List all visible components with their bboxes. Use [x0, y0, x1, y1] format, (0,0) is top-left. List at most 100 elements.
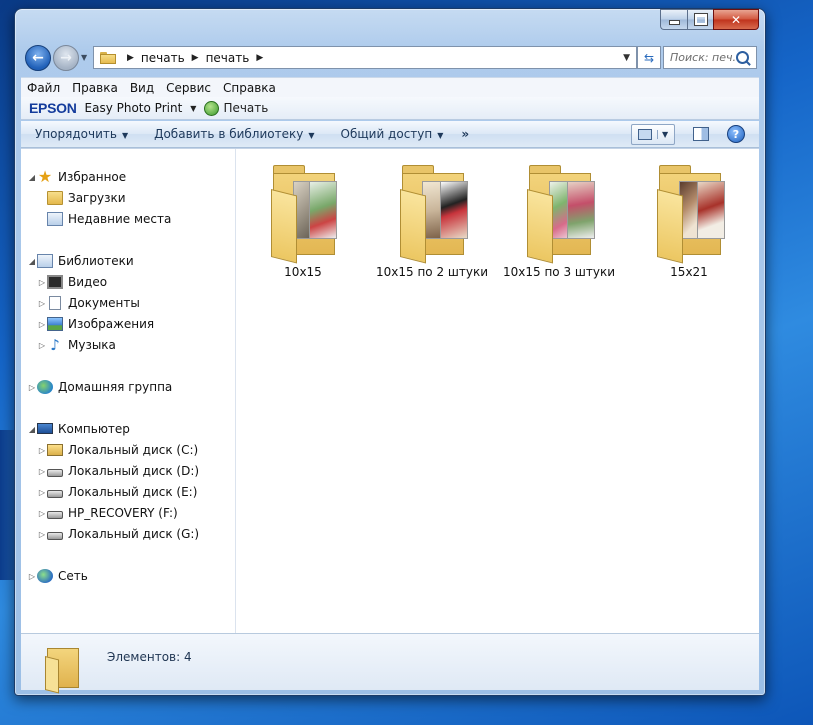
nav-label: Изображения [68, 317, 155, 331]
expand-icon[interactable]: ◢ [27, 173, 37, 182]
forward-button[interactable]: → [53, 45, 79, 71]
folder-icon [657, 165, 725, 264]
star-icon: ★ [37, 167, 53, 186]
menu-tools[interactable]: Сервис [160, 81, 217, 95]
nav-item-pictures[interactable]: ▷ Изображения [37, 314, 154, 334]
add-to-library-button[interactable]: Добавить в библиотеку ▼ [140, 127, 326, 141]
breadcrumb-1[interactable]: печать [141, 51, 185, 65]
folder-name: 15x21 [670, 265, 708, 279]
breadcrumb-2[interactable]: печать [206, 51, 250, 65]
nav-homegroup[interactable]: ▷ Домашняя группа [27, 377, 172, 397]
more-commands-button[interactable]: » [455, 127, 475, 141]
chevron-right-icon[interactable]: ▶ [256, 53, 263, 63]
address-row: ← → ▼ ▶ печать ▶ печать ▶ ▼ ⇆ Поиск: печ… [23, 45, 757, 71]
minimize-icon [668, 20, 680, 25]
collapse-icon[interactable]: ▷ [37, 320, 47, 329]
nav-libraries[interactable]: ◢ Библиотеки [27, 251, 134, 271]
drive-icon [47, 469, 63, 477]
back-button[interactable]: ← [25, 45, 51, 71]
nav-item-documents[interactable]: ▷ Документы [37, 293, 140, 313]
nav-label: Недавние места [68, 212, 172, 226]
menu-help[interactable]: Справка [217, 81, 282, 95]
system-drive-icon [47, 444, 63, 456]
preview-pane-icon[interactable] [693, 127, 709, 141]
collapse-icon[interactable]: ▷ [27, 383, 37, 392]
folder-icon [400, 165, 468, 264]
video-icon [47, 275, 63, 289]
nav-network[interactable]: ▷ Сеть [27, 566, 88, 586]
change-view-button[interactable]: ▼ [631, 124, 675, 145]
nav-label: Избранное [58, 170, 127, 184]
chevron-down-icon: ▼ [437, 131, 444, 140]
help-icon[interactable]: ? [727, 125, 745, 143]
share-button[interactable]: Общий доступ ▼ [327, 127, 456, 141]
nav-item-drive-g[interactable]: ▷ Локальный диск (G:) [37, 524, 199, 544]
nav-label: Локальный диск (D:) [68, 464, 200, 478]
nav-item-recent-places[interactable]: Недавние места [47, 209, 171, 229]
chevron-right-icon[interactable]: ▶ [127, 53, 134, 63]
nav-item-downloads[interactable]: Загрузки [47, 188, 126, 208]
folder-name: 10x15 по 2 штуки [375, 265, 489, 279]
chevron-down-icon[interactable]: ▼ [190, 104, 196, 113]
nav-item-video[interactable]: ▷ Видео [37, 272, 107, 292]
collapse-icon[interactable]: ▷ [37, 446, 47, 455]
chevron-right-icon[interactable]: ▶ [192, 53, 199, 63]
folder-name: 10x15 по 3 штуки [502, 265, 616, 279]
print-button[interactable]: Печать [223, 101, 268, 115]
nav-item-drive-c[interactable]: ▷ Локальный диск (C:) [37, 440, 198, 460]
nav-item-drive-d[interactable]: ▷ Локальный диск (D:) [37, 461, 199, 481]
nav-label: Загрузки [68, 191, 126, 205]
address-bar[interactable]: ▶ печать ▶ печать ▶ ▼ [93, 46, 637, 69]
minimize-button[interactable] [660, 9, 687, 30]
refresh-button[interactable]: ⇆ [637, 46, 661, 69]
nav-favorites[interactable]: ◢ ★ Избранное [27, 167, 126, 187]
chevron-down-icon: ▼ [121, 131, 129, 140]
collapse-icon[interactable]: ▷ [37, 278, 47, 287]
collapse-icon[interactable]: ▷ [37, 488, 47, 497]
organize-button[interactable]: Упорядочить ▼ [21, 127, 140, 141]
menu-view[interactable]: Вид [124, 81, 160, 95]
epson-app-button[interactable]: Easy Photo Print [85, 101, 183, 115]
print-icon[interactable] [204, 100, 220, 116]
command-bar: Упорядочить ▼ Добавить в библиотеку ▼ Общи… [21, 121, 759, 148]
collapse-icon[interactable]: ▷ [27, 572, 37, 581]
pictures-icon [47, 317, 63, 331]
caption-buttons: ✕ [660, 9, 759, 30]
refresh-icon: ⇆ [643, 50, 655, 65]
nav-item-music[interactable]: ▷ ♪ Музыка [37, 335, 116, 355]
organize-label: Упорядочить [35, 127, 117, 141]
history-dropdown-icon[interactable]: ▼ [81, 53, 87, 62]
collapse-icon[interactable]: ▷ [37, 341, 47, 350]
folder-item[interactable]: 10x15 по 3 штуки [497, 165, 621, 279]
collapse-icon[interactable]: ▷ [37, 509, 47, 518]
menu-file[interactable]: Файл [21, 81, 66, 95]
chevron-down-icon: ▼ [308, 131, 315, 140]
arrow-right-icon: → [60, 50, 72, 66]
expand-icon[interactable]: ◢ [27, 425, 37, 434]
close-button[interactable]: ✕ [713, 9, 759, 30]
search-input[interactable]: Поиск: печ... [663, 46, 757, 69]
collapse-icon[interactable]: ▷ [37, 530, 47, 539]
nav-item-drive-f[interactable]: ▷ HP_RECOVERY (F:) [37, 503, 178, 523]
nav-computer[interactable]: ◢ Компьютер [27, 419, 130, 439]
folder-item[interactable]: 10x15 [241, 165, 365, 279]
view-icon [638, 129, 652, 140]
expand-icon[interactable]: ◢ [27, 257, 37, 266]
nav-label: Домашняя группа [58, 380, 173, 394]
content-area: ◢ ★ Избранное Загрузки Недавние места ◢ … [21, 148, 759, 633]
nav-label: Видео [68, 275, 108, 289]
search-icon[interactable] [736, 51, 749, 64]
nav-label: Документы [68, 296, 140, 310]
folder-item[interactable]: 15x21 [627, 165, 751, 279]
collapse-icon[interactable]: ▷ [37, 299, 47, 308]
nav-item-drive-e[interactable]: ▷ Локальный диск (E:) [37, 482, 197, 502]
folder-icon [527, 165, 595, 264]
menu-edit[interactable]: Правка [66, 81, 124, 95]
arrow-left-icon: ← [32, 50, 44, 66]
address-dropdown-icon[interactable]: ▼ [617, 53, 636, 63]
maximize-button[interactable] [687, 9, 713, 30]
collapse-icon[interactable]: ▷ [37, 467, 47, 476]
nav-label: Локальный диск (G:) [68, 527, 200, 541]
folder-item[interactable]: 10x15 по 2 штуки [370, 165, 494, 279]
drive-icon [47, 511, 63, 519]
